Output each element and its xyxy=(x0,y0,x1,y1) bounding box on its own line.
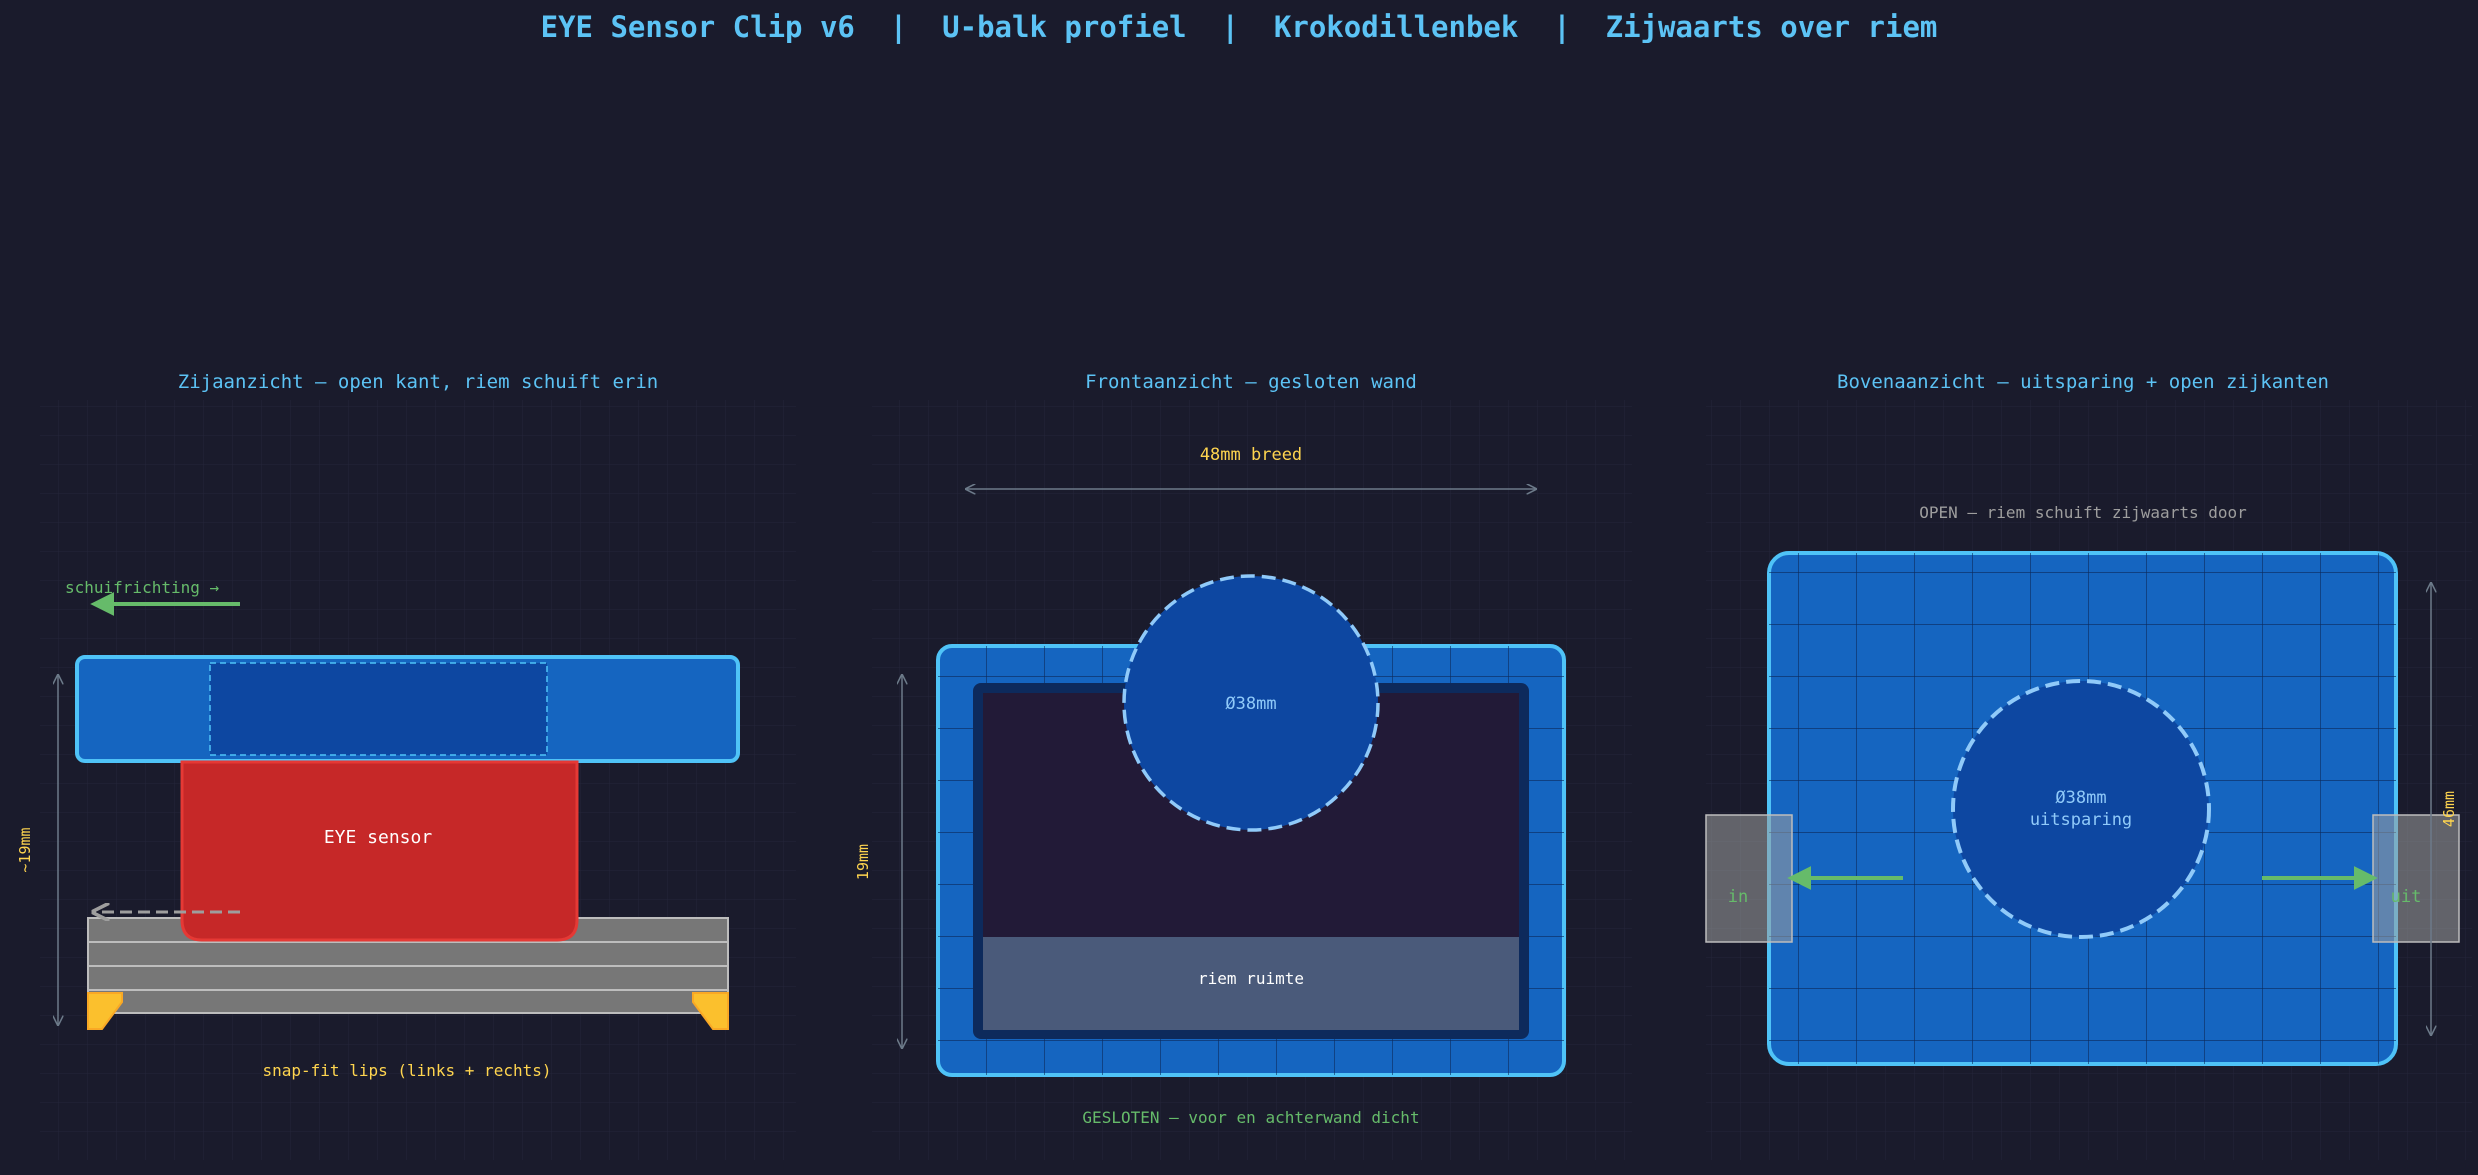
eye-sensor xyxy=(180,760,579,942)
snap-fit-lips-label: snap-fit lips (links + rechts) xyxy=(263,1061,552,1080)
slide-direction-label: schuifrichting → xyxy=(65,578,219,597)
front-circle-label: Ø38mm xyxy=(1225,694,1276,714)
diagram-canvas: Zijaanzicht — open kant, riem schuift er… xyxy=(16,371,2472,1160)
sensor-cutout-outline xyxy=(209,662,548,756)
top-circle-cutout xyxy=(1951,679,2211,939)
front-view-title: Frontaanzicht — gesloten wand xyxy=(1085,371,1417,393)
belt-out-label: uit xyxy=(2391,887,2422,907)
belt-stub-in xyxy=(1705,814,1793,943)
top-height-label: 46mm xyxy=(2440,791,2458,827)
top-circle-label-diameter: Ø38mm xyxy=(2055,788,2106,808)
top-view-title: Bovenaanzicht — uitsparing + open zijkan… xyxy=(1837,371,2329,393)
belt-stub-out xyxy=(2372,814,2460,943)
belt-in-label: in xyxy=(1728,887,1748,907)
front-view-panel: Frontaanzicht — gesloten wand 48mm breed… xyxy=(854,371,1632,1160)
front-closed-label: GESLOTEN — voor en achterwand dicht xyxy=(1082,1108,1419,1127)
top-circle-label-cutout: uitsparing xyxy=(2030,810,2132,830)
side-view-title: Zijaanzicht — open kant, riem schuift er… xyxy=(178,371,658,393)
front-height-label: 19mm xyxy=(854,844,872,880)
belt-space-label: riem ruimte xyxy=(1198,969,1304,988)
side-height-label: ~19mm xyxy=(16,827,34,872)
eye-sensor-label: EYE sensor xyxy=(324,827,433,848)
front-width-label: 48mm breed xyxy=(1200,445,1302,465)
side-view-panel: Zijaanzicht — open kant, riem schuift er… xyxy=(16,371,796,1160)
top-open-label: OPEN — riem schuift zijwaarts door xyxy=(1919,503,2247,522)
top-view-panel: Bovenaanzicht — uitsparing + open zijkan… xyxy=(1705,371,2472,1160)
